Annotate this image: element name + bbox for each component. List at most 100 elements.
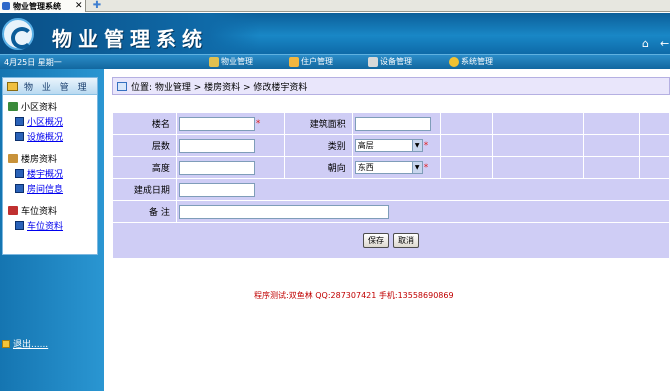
form-row: 保存 取消	[112, 222, 670, 259]
form-row: 备 注	[112, 200, 670, 223]
community-icon	[8, 102, 18, 111]
new-tab-icon[interactable]: ✚	[90, 0, 104, 12]
menu-item-label: 住户管理	[301, 57, 333, 66]
empty-cell	[491, 112, 585, 135]
note-input[interactable]	[178, 204, 389, 219]
empty-cell	[639, 134, 670, 157]
floors-input[interactable]	[178, 138, 255, 153]
height-label: 高度	[112, 156, 177, 179]
height-input[interactable]	[178, 160, 255, 175]
menu-item-label: 设备管理	[380, 57, 412, 66]
menu-item-property[interactable]: 物业管理	[209, 56, 253, 67]
tools-icon	[368, 56, 378, 67]
dropdown-arrow-icon[interactable]: ▼	[411, 162, 422, 173]
sidebar-item-facility-overview[interactable]: 设施概况	[3, 130, 97, 143]
group-label: 小区资料	[21, 103, 58, 113]
group-label: 车位资料	[21, 207, 58, 217]
home-icon[interactable]: ⌂	[642, 37, 649, 50]
facing-value: 东西	[357, 163, 374, 172]
form-cell	[175, 156, 285, 179]
building-name-input[interactable]	[178, 116, 255, 131]
link-icon	[15, 132, 24, 141]
name-label: 楼名	[112, 112, 177, 135]
sidebar-item-community-overview[interactable]: 小区概况	[3, 115, 97, 128]
required-mark: *	[423, 140, 429, 151]
sidebar-link[interactable]: 车位资料	[27, 219, 63, 232]
form-cell	[175, 178, 670, 201]
empty-cell	[439, 156, 493, 179]
close-tab-icon[interactable]: ✕	[75, 0, 83, 12]
area-input[interactable]	[354, 116, 431, 131]
sidebar-link[interactable]: 小区概况	[27, 115, 63, 128]
form-row: 楼名 * 建筑面积	[112, 112, 670, 135]
date-label: 4月25日 星期一	[4, 58, 62, 67]
sidebar-item-room-info[interactable]: 房间信息	[3, 182, 97, 195]
sidebar-title: 物 业 管 理	[24, 82, 90, 93]
required-mark: *	[423, 162, 429, 173]
empty-cell	[639, 156, 670, 179]
logo	[2, 18, 34, 50]
form-row: 高度 朝向 东西 ▼ *	[112, 156, 670, 179]
form-cell: 高层 ▼ *	[351, 134, 441, 157]
logout-link[interactable]: 退出......	[2, 337, 48, 350]
sidebar-group-building: 楼房资料	[3, 152, 97, 165]
menu-item-equipment[interactable]: 设备管理	[368, 56, 412, 67]
building-form: 楼名 * 建筑面积 层数 类别 高层 ▼ * 高度 朝向 东西 ▼ * 建成日期 备 注	[112, 112, 670, 259]
area-label: 建筑面积	[283, 112, 353, 135]
tab-title: 物业管理系统	[13, 1, 61, 11]
exit-icon	[2, 339, 10, 348]
link-icon	[15, 169, 24, 178]
built-date-input[interactable]	[178, 182, 255, 197]
type-value: 高层	[357, 141, 374, 150]
empty-cell	[439, 134, 493, 157]
sidebar: 物 业 管 理 小区资料 小区概况 设施概况 楼房资料 楼宇概况 房间信息 车位…	[0, 69, 104, 391]
menu-item-resident[interactable]: 住户管理	[289, 56, 333, 67]
browser-tab[interactable]: 物业管理系统	[0, 0, 86, 12]
link-icon	[15, 184, 24, 193]
menu-item-system[interactable]: 系统管理	[449, 56, 493, 67]
browser-tab-bar: 物业管理系统 ✕ ✚	[0, 0, 670, 12]
form-actions: 保存 取消	[112, 222, 670, 259]
dropdown-arrow-icon[interactable]: ▼	[411, 140, 422, 151]
empty-cell	[491, 156, 585, 179]
sidebar-link[interactable]: 楼宇概况	[27, 167, 63, 180]
back-icon[interactable]: ←	[660, 37, 669, 50]
type-label: 类别	[283, 134, 353, 157]
car-icon	[8, 206, 18, 215]
page-icon	[2, 2, 10, 10]
main-content: 位置: 物业管理 > 楼房资料 > 修改楼宇资料 楼名 * 建筑面积 层数 类别…	[112, 77, 670, 259]
sidebar-group-community: 小区资料	[3, 100, 97, 113]
sidebar-header: 物 业 管 理	[3, 78, 97, 95]
link-icon	[15, 117, 24, 126]
menu-item-label: 物业管理	[221, 57, 253, 66]
form-row: 建成日期	[112, 178, 670, 201]
sidebar-menu: 物 业 管 理 小区资料 小区概况 设施概况 楼房资料 楼宇概况 房间信息 车位…	[2, 77, 98, 255]
coin-icon	[449, 56, 459, 67]
empty-cell	[583, 156, 641, 179]
facing-select[interactable]: 东西 ▼	[354, 161, 423, 174]
group-label: 楼房资料	[21, 155, 58, 165]
sidebar-group-parking: 车位资料	[3, 204, 97, 217]
cancel-button[interactable]: 取消	[393, 233, 419, 248]
sidebar-link[interactable]: 房间信息	[27, 182, 63, 195]
floors-label: 层数	[112, 134, 177, 157]
facing-label: 朝向	[283, 156, 353, 179]
built-date-label: 建成日期	[112, 178, 177, 201]
type-select[interactable]: 高层 ▼	[354, 139, 423, 152]
form-cell	[175, 200, 670, 223]
save-button[interactable]: 保存	[363, 233, 389, 248]
form-cell: 东西 ▼ *	[351, 156, 441, 179]
building-icon	[8, 154, 18, 163]
empty-cell	[439, 112, 493, 135]
empty-cell	[583, 134, 641, 157]
system-title: 物业管理系统	[52, 27, 208, 51]
sidebar-item-parking[interactable]: 车位资料	[3, 219, 97, 232]
sidebar-link[interactable]: 设施概况	[27, 130, 63, 143]
footer-credit: 程序测试:双鱼林 QQ:287307421 手机:13558690869	[254, 291, 454, 300]
form-cell	[175, 134, 285, 157]
empty-cell	[583, 112, 641, 135]
logout-label[interactable]: 退出......	[13, 337, 48, 350]
sidebar-item-building-overview[interactable]: 楼宇概况	[3, 167, 97, 180]
folder-icon	[7, 81, 18, 91]
note-label: 备 注	[112, 200, 177, 223]
